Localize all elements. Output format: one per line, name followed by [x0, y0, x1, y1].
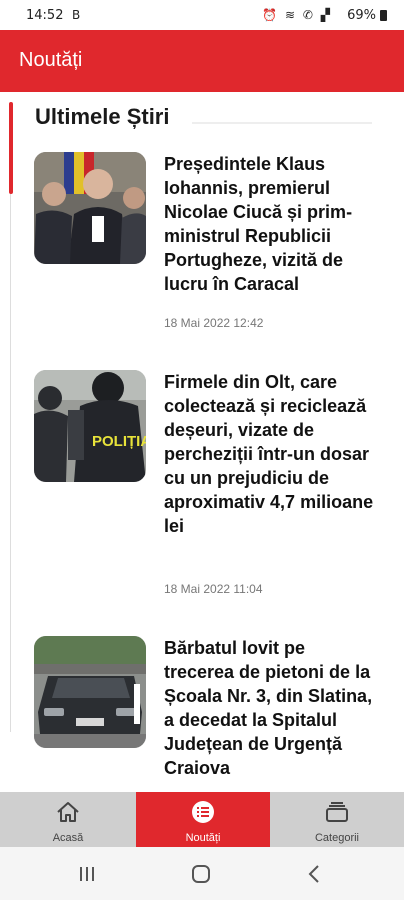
wifi-icon: ≋	[284, 8, 298, 22]
notification-b-icon: B	[72, 8, 81, 22]
app-bar-title: Noutăți	[19, 49, 83, 71]
home-button-icon[interactable]	[190, 863, 212, 885]
article-image[interactable]: POLIȚIA	[34, 370, 146, 482]
system-navigation-bar	[0, 847, 404, 900]
status-bar: 14:52 B ⏰ ≋ ✆ ▞ 69%	[0, 0, 404, 30]
news-list[interactable]: Ultimele Știri Președintele Klaus Iohann…	[0, 92, 404, 792]
alarm-icon: ⏰	[262, 8, 280, 22]
bottom-navigation: Acasă Noutăți Categorii	[0, 792, 404, 847]
scroll-track	[10, 102, 11, 732]
battery-percent: 69%	[347, 8, 376, 23]
article-image[interactable]	[34, 636, 146, 748]
signal-icon: ▞	[320, 8, 332, 22]
nav-categories[interactable]: Categorii	[270, 792, 404, 847]
home-icon	[57, 802, 79, 822]
battery-icon	[380, 10, 387, 21]
status-time: 14:52	[26, 8, 64, 23]
article-headline[interactable]: Președintele Klaus Iohannis, premierul N…	[164, 152, 379, 296]
article-image[interactable]	[34, 152, 146, 264]
article-headline[interactable]: Bărbatul lovit pe trecerea de pietoni de…	[164, 636, 379, 780]
article-card[interactable]: Bărbatul lovit pe trecerea de pietoni de…	[34, 636, 384, 792]
nav-news[interactable]: Noutăți	[136, 792, 270, 847]
nav-news-label: Noutăți	[185, 832, 221, 844]
recent-apps-icon[interactable]	[76, 863, 98, 885]
article-card[interactable]: Președintele Klaus Iohannis, premierul N…	[34, 152, 384, 342]
back-icon[interactable]	[304, 863, 326, 885]
article-date: 18 Mai 2022 11:04	[164, 582, 263, 596]
section-title: Ultimele Știri	[35, 104, 170, 129]
article-card[interactable]: POLIȚIA Firmele din Olt, care colectează…	[34, 370, 384, 610]
nav-home-label: Acasă	[52, 832, 84, 844]
app-bar: Noutăți	[0, 30, 404, 92]
nav-home[interactable]: Acasă	[0, 792, 136, 847]
status-icons: ⏰ ≋ ✆ ▞	[262, 8, 332, 22]
call-signal-icon: ✆	[302, 8, 315, 22]
news-list-icon	[192, 801, 214, 823]
article-date: 18 Mai 2022 12:42	[164, 316, 264, 330]
article-headline[interactable]: Firmele din Olt, care colectează și reci…	[164, 370, 379, 538]
categories-icon	[326, 802, 348, 822]
police-label: POLIȚIA	[92, 433, 146, 450]
section-divider	[192, 122, 372, 124]
scrollbar[interactable]	[9, 102, 13, 194]
nav-categories-label: Categorii	[314, 832, 360, 844]
